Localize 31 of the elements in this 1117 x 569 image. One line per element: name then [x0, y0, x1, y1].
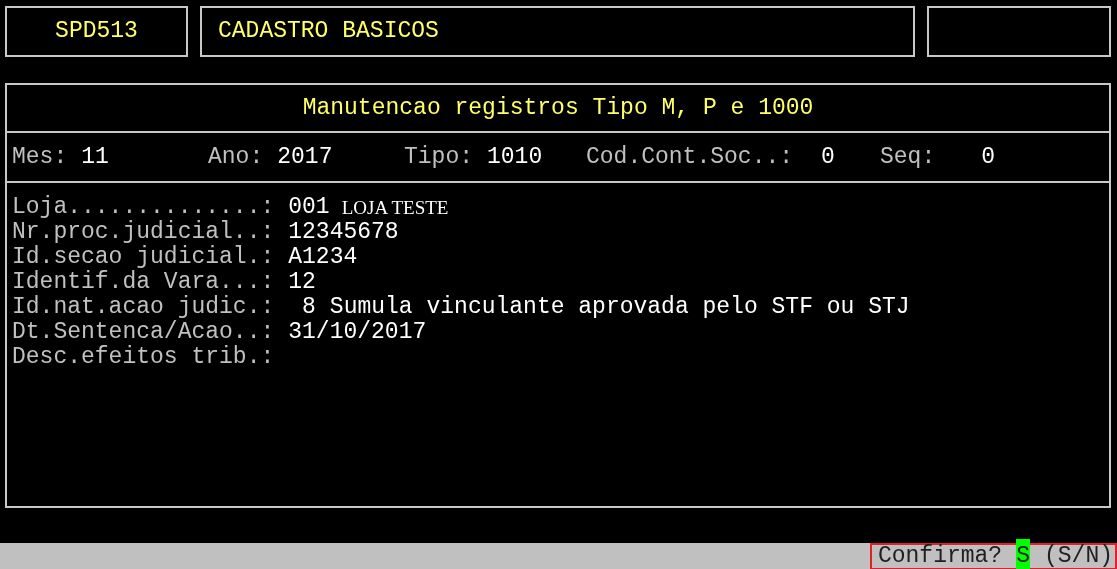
panel-title: Manutencao registros Tipo M, P e 1000 [302, 93, 814, 123]
field-value: 0 [821, 142, 835, 172]
field-value: 31/10/2017 [288, 320, 427, 345]
field-value: 8 [301, 295, 316, 320]
answer-field[interactable]: S [1016, 539, 1030, 569]
module-title: CADASTRO BASICOS [218, 17, 439, 47]
answer-options: (S/N) [1044, 539, 1113, 569]
field-label: Cod.Cont.Soc..: [586, 142, 794, 172]
field-description: LOJA TESTE [341, 196, 449, 220]
field-label: Desc.efeitos trib.: [12, 345, 275, 370]
field-value: 12 [288, 270, 316, 295]
field-value: 0 [981, 142, 996, 172]
field-value: 1010 [487, 142, 543, 172]
field-label: Tipo: [404, 142, 473, 172]
field-value: 12345678 [288, 220, 399, 245]
field-label: Seq: [880, 142, 936, 172]
confirm-prompt: Confirma? [877, 542, 1003, 569]
field-label: Loja..............: [12, 195, 275, 220]
field-description: Sumula vinculante aprovada pelo STF ou STJ [329, 295, 910, 320]
program-code: SPD513 [55, 17, 138, 47]
field-label: Id.secao judicial.: [12, 245, 275, 270]
field-value: A1234 [288, 245, 358, 270]
field-value: 2017 [277, 142, 333, 172]
field-label: Mes: [12, 142, 68, 172]
field-label: Dt.Sentenca/Acao..: [12, 320, 275, 345]
field-value: 11 [81, 142, 109, 172]
field-value: 001 [288, 195, 330, 220]
field-label: Id.nat.acao judic.: [12, 295, 275, 320]
field-label: Ano: [208, 142, 264, 172]
field-label: Nr.proc.judicial..: [12, 220, 275, 245]
field-label: Identif.da Vara...: [12, 270, 275, 295]
